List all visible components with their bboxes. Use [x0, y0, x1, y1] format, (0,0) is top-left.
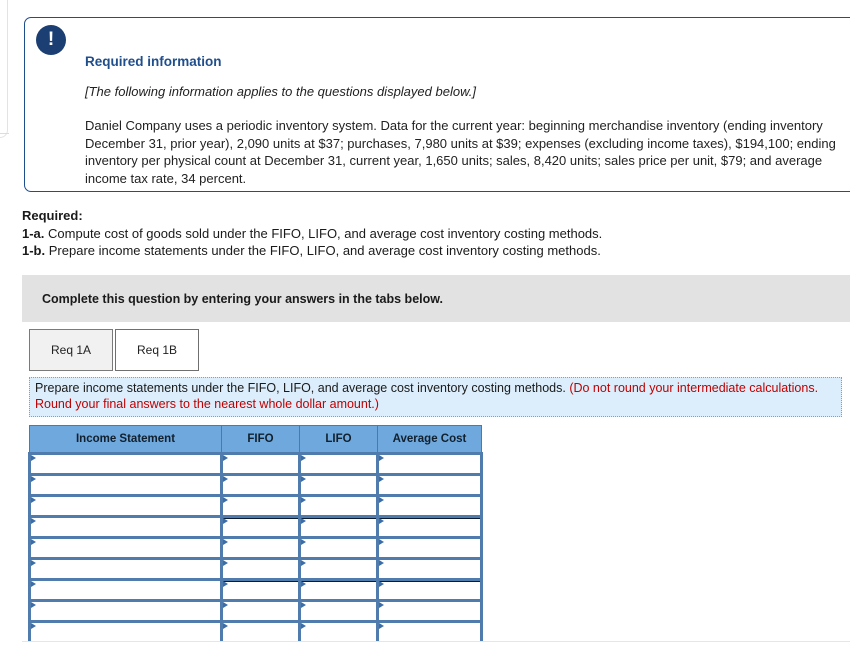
cell-average-cost-row-4[interactable] [376, 515, 483, 538]
content-bottom-divider [22, 641, 850, 642]
cell-average-cost-row-9[interactable] [376, 620, 483, 641]
required-information-paragraph: Daniel Company uses a periodic inventory… [85, 118, 836, 186]
column-header-lifo: LIFO [299, 425, 378, 454]
answer-tabs: Req 1A Req 1B [29, 329, 199, 371]
column-header-average-cost: Average Cost [377, 425, 482, 454]
required-information-card: ! Required information [The following in… [24, 17, 850, 192]
cell-income-statement-row-2[interactable] [28, 473, 222, 496]
cell-lifo-row-2[interactable] [298, 473, 378, 496]
required-item-1b-label: 1-b. [22, 243, 46, 258]
required-information-body: Required information [The following info… [85, 54, 847, 187]
cell-income-statement-row-3[interactable] [28, 494, 222, 517]
required-item-1b: 1-b. Prepare income statements under the… [22, 242, 842, 260]
required-section: Required: 1-a. Compute cost of goods sol… [22, 207, 842, 260]
cell-fifo-row-5[interactable] [220, 536, 300, 559]
table-row [28, 620, 483, 641]
income-statement-answer-table: Income Statement FIFO LIFO Average Cost [28, 425, 483, 641]
cell-fifo-row-1[interactable] [220, 452, 300, 475]
required-heading: Required: [22, 208, 83, 223]
required-information-note: [The following information applies to th… [85, 84, 476, 99]
table-row [28, 599, 483, 622]
cell-lifo-row-5[interactable] [298, 536, 378, 559]
required-item-1a-label: 1-a. [22, 225, 45, 241]
table-header-row: Income Statement FIFO LIFO Average Cost [29, 425, 482, 454]
cell-income-statement-row-4[interactable] [28, 515, 222, 538]
cell-income-statement-row-8[interactable] [28, 599, 222, 622]
cell-income-statement-row-1[interactable] [28, 452, 222, 475]
cell-fifo-row-9[interactable] [220, 620, 300, 641]
cell-income-statement-row-7[interactable] [28, 578, 222, 601]
table-row [28, 536, 483, 559]
complete-question-text: Complete this question by entering your … [42, 291, 443, 306]
cell-income-statement-row-6[interactable] [28, 557, 222, 580]
tab-req-1b[interactable]: Req 1B [115, 329, 199, 371]
cell-average-cost-row-2[interactable] [376, 473, 483, 496]
table-row [28, 557, 483, 580]
cell-fifo-row-4[interactable] [220, 515, 300, 538]
cell-fifo-row-8[interactable] [220, 599, 300, 622]
required-item-1a-text: Compute cost of goods sold under the FIF… [48, 225, 603, 241]
cell-lifo-row-9[interactable] [298, 620, 378, 641]
cell-fifo-row-3[interactable] [220, 494, 300, 517]
cell-lifo-row-3[interactable] [298, 494, 378, 517]
cell-average-cost-row-6[interactable] [376, 557, 483, 580]
cell-income-statement-row-9[interactable] [28, 620, 222, 641]
cell-fifo-row-2[interactable] [220, 473, 300, 496]
table-body [28, 452, 483, 641]
instruction-banner: Prepare income statements under the FIFO… [29, 377, 842, 417]
panel-divider [0, 133, 9, 134]
cell-fifo-row-6[interactable] [220, 557, 300, 580]
background-panel-edge [0, 0, 8, 138]
column-header-income-statement: Income Statement [29, 425, 222, 454]
cell-income-statement-row-5[interactable] [28, 536, 222, 559]
cell-lifo-row-7[interactable] [298, 578, 378, 601]
complete-question-bar: Complete this question by entering your … [22, 275, 850, 322]
table-row [28, 452, 483, 475]
cell-lifo-row-4[interactable] [298, 515, 378, 538]
cell-average-cost-row-8[interactable] [376, 599, 483, 622]
cell-fifo-row-7[interactable] [220, 578, 300, 601]
table-row [28, 578, 483, 601]
cell-average-cost-row-7[interactable] [376, 578, 483, 601]
cell-average-cost-row-5[interactable] [376, 536, 483, 559]
required-item-1b-text: Prepare income statements under the FIFO… [48, 243, 601, 258]
cell-lifo-row-6[interactable] [298, 557, 378, 580]
instruction-main-text: Prepare income statements under the FIFO… [35, 381, 566, 395]
cell-lifo-row-8[interactable] [298, 599, 378, 622]
tab-req-1a[interactable]: Req 1A [29, 329, 113, 371]
table-row [28, 473, 483, 496]
required-item-1a: 1-a. Compute cost of goods sold under th… [22, 225, 842, 243]
table-row [28, 494, 483, 517]
cell-average-cost-row-3[interactable] [376, 494, 483, 517]
required-information-title: Required information [85, 54, 222, 69]
table-row [28, 515, 483, 538]
exclamation-icon: ! [36, 25, 66, 55]
cell-average-cost-row-1[interactable] [376, 452, 483, 475]
column-header-fifo: FIFO [221, 425, 300, 454]
cell-lifo-row-1[interactable] [298, 452, 378, 475]
